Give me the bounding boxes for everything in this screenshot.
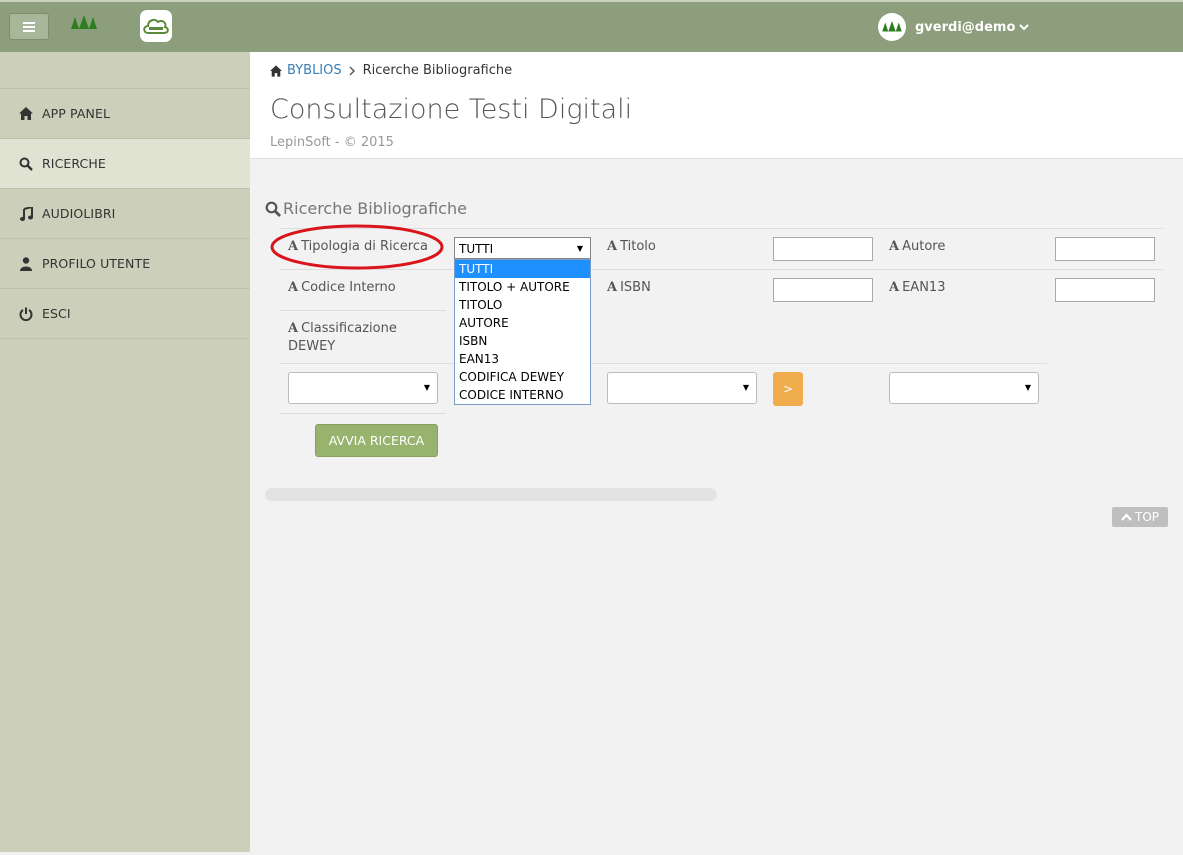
sidebar-item-app-panel[interactable]: APP PANEL [0, 89, 250, 139]
sidebar-item-label: AUDIOLIBRI [42, 206, 116, 221]
dropdown-option[interactable]: TITOLO [455, 296, 590, 314]
avvia-ricerca-button[interactable]: AVVIA RICERCA [315, 424, 438, 457]
tipologia-select[interactable]: TUTTI ▼ [454, 237, 591, 259]
divider [280, 228, 1163, 229]
sidebar-item-label: APP PANEL [42, 106, 111, 121]
dewey-select-2[interactable]: ▼ [607, 372, 757, 404]
divider [280, 363, 1047, 364]
sidebar-item-ricerche[interactable]: RICERCHE [0, 139, 250, 189]
page-title: Consultazione Testi Digitali [270, 94, 633, 125]
dropdown-option[interactable]: AUTORE [455, 314, 590, 332]
progress-bar [265, 488, 717, 501]
home-icon [19, 107, 33, 121]
font-a-icon: A [889, 280, 900, 295]
tipologia-dropdown-list: TUTTI TITOLO + AUTORE TITOLO AUTORE ISBN… [454, 259, 591, 405]
sidebar-item-label: ESCI [42, 306, 71, 321]
sidebar-nav: APP PANEL RICERCHE AUDIOLIBRI PROFILO UT… [0, 88, 250, 339]
divider [280, 269, 1163, 270]
titolo-label: A Titolo [607, 239, 656, 254]
trees-avatar-icon [882, 21, 902, 32]
font-a-icon: A [889, 239, 900, 254]
chevron-down-icon [1019, 24, 1030, 31]
sidebar-item-audiolibri[interactable]: AUDIOLIBRI [0, 189, 250, 239]
sidebar-item-esci[interactable]: ESCI [0, 289, 250, 339]
divider [280, 310, 446, 311]
caret-down-icon: ▼ [576, 244, 583, 253]
ean13-label: A EAN13 [889, 280, 946, 295]
autore-label: A Autore [889, 239, 946, 254]
font-a-icon: A [607, 239, 618, 254]
titolo-input[interactable] [773, 237, 873, 261]
user-icon [19, 256, 33, 271]
user-avatar [878, 13, 906, 41]
font-a-icon: A [288, 280, 299, 295]
page-subtitle: LepinSoft - © 2015 [270, 135, 394, 150]
cloud-logo-icon[interactable] [140, 10, 172, 42]
tipologia-label: A Tipologia di Ricerca [288, 239, 428, 254]
hamburger-menu-button[interactable] [9, 13, 49, 40]
search-icon [19, 157, 33, 171]
dropdown-option[interactable]: EAN13 [455, 350, 590, 368]
trees-logo-icon[interactable] [71, 15, 97, 31]
font-a-icon: A [288, 239, 299, 254]
dewey-select-1[interactable]: ▼ [288, 372, 438, 404]
section-title: Ricerche Bibliografiche [265, 199, 467, 218]
top-navbar: gverdi@demo [0, 0, 1183, 52]
divider [280, 413, 446, 414]
breadcrumb-current: Ricerche Bibliografiche [362, 63, 513, 78]
caret-down-icon: ▼ [423, 383, 430, 392]
next-button[interactable]: > [773, 372, 803, 406]
caret-down-icon: ▼ [742, 383, 749, 392]
page-header: BYBLIOS Ricerche Bibliografiche Consulta… [250, 52, 1183, 159]
classificazione-label: A Classificazione DEWEY [288, 321, 397, 354]
sidebar-item-label: PROFILO UTENTE [42, 256, 151, 271]
breadcrumb-root-link[interactable]: BYBLIOS [287, 63, 342, 78]
chevron-up-icon [1121, 513, 1132, 521]
dropdown-option[interactable]: ISBN [455, 332, 590, 350]
codice-interno-label: A Codice Interno [288, 280, 396, 295]
dropdown-option[interactable]: TUTTI [455, 260, 590, 278]
dropdown-option[interactable]: CODICE INTERNO [455, 386, 590, 404]
section-title-text: Ricerche Bibliografiche [283, 199, 467, 218]
font-a-icon: A [607, 280, 618, 295]
sidebar-item-profilo-utente[interactable]: PROFILO UTENTE [0, 239, 250, 289]
back-to-top-button[interactable]: TOP [1112, 507, 1168, 527]
tipologia-select-value: TUTTI [459, 242, 494, 256]
top-label: TOP [1134, 510, 1159, 524]
home-icon [270, 64, 282, 77]
autore-input[interactable] [1055, 237, 1155, 261]
sidebar: APP PANEL RICERCHE AUDIOLIBRI PROFILO UT… [0, 52, 250, 852]
user-name: gverdi@demo [915, 19, 1016, 35]
music-icon [19, 206, 33, 221]
power-icon [19, 307, 33, 321]
caret-down-icon: ▼ [1024, 383, 1031, 392]
chevron-right-icon [349, 66, 355, 75]
dropdown-option[interactable]: TITOLO + AUTORE [455, 278, 590, 296]
isbn-input[interactable] [773, 278, 873, 302]
sidebar-item-label: RICERCHE [42, 156, 106, 171]
breadcrumb: BYBLIOS Ricerche Bibliografiche [270, 63, 512, 78]
search-icon [265, 201, 281, 217]
user-menu[interactable]: gverdi@demo [878, 13, 1030, 41]
dropdown-option[interactable]: CODIFICA DEWEY [455, 368, 590, 386]
ean13-input[interactable] [1055, 278, 1155, 302]
dewey-select-3[interactable]: ▼ [889, 372, 1039, 404]
font-a-icon: A [288, 321, 299, 336]
hamburger-icon [23, 25, 35, 28]
isbn-label: A ISBN [607, 280, 651, 295]
